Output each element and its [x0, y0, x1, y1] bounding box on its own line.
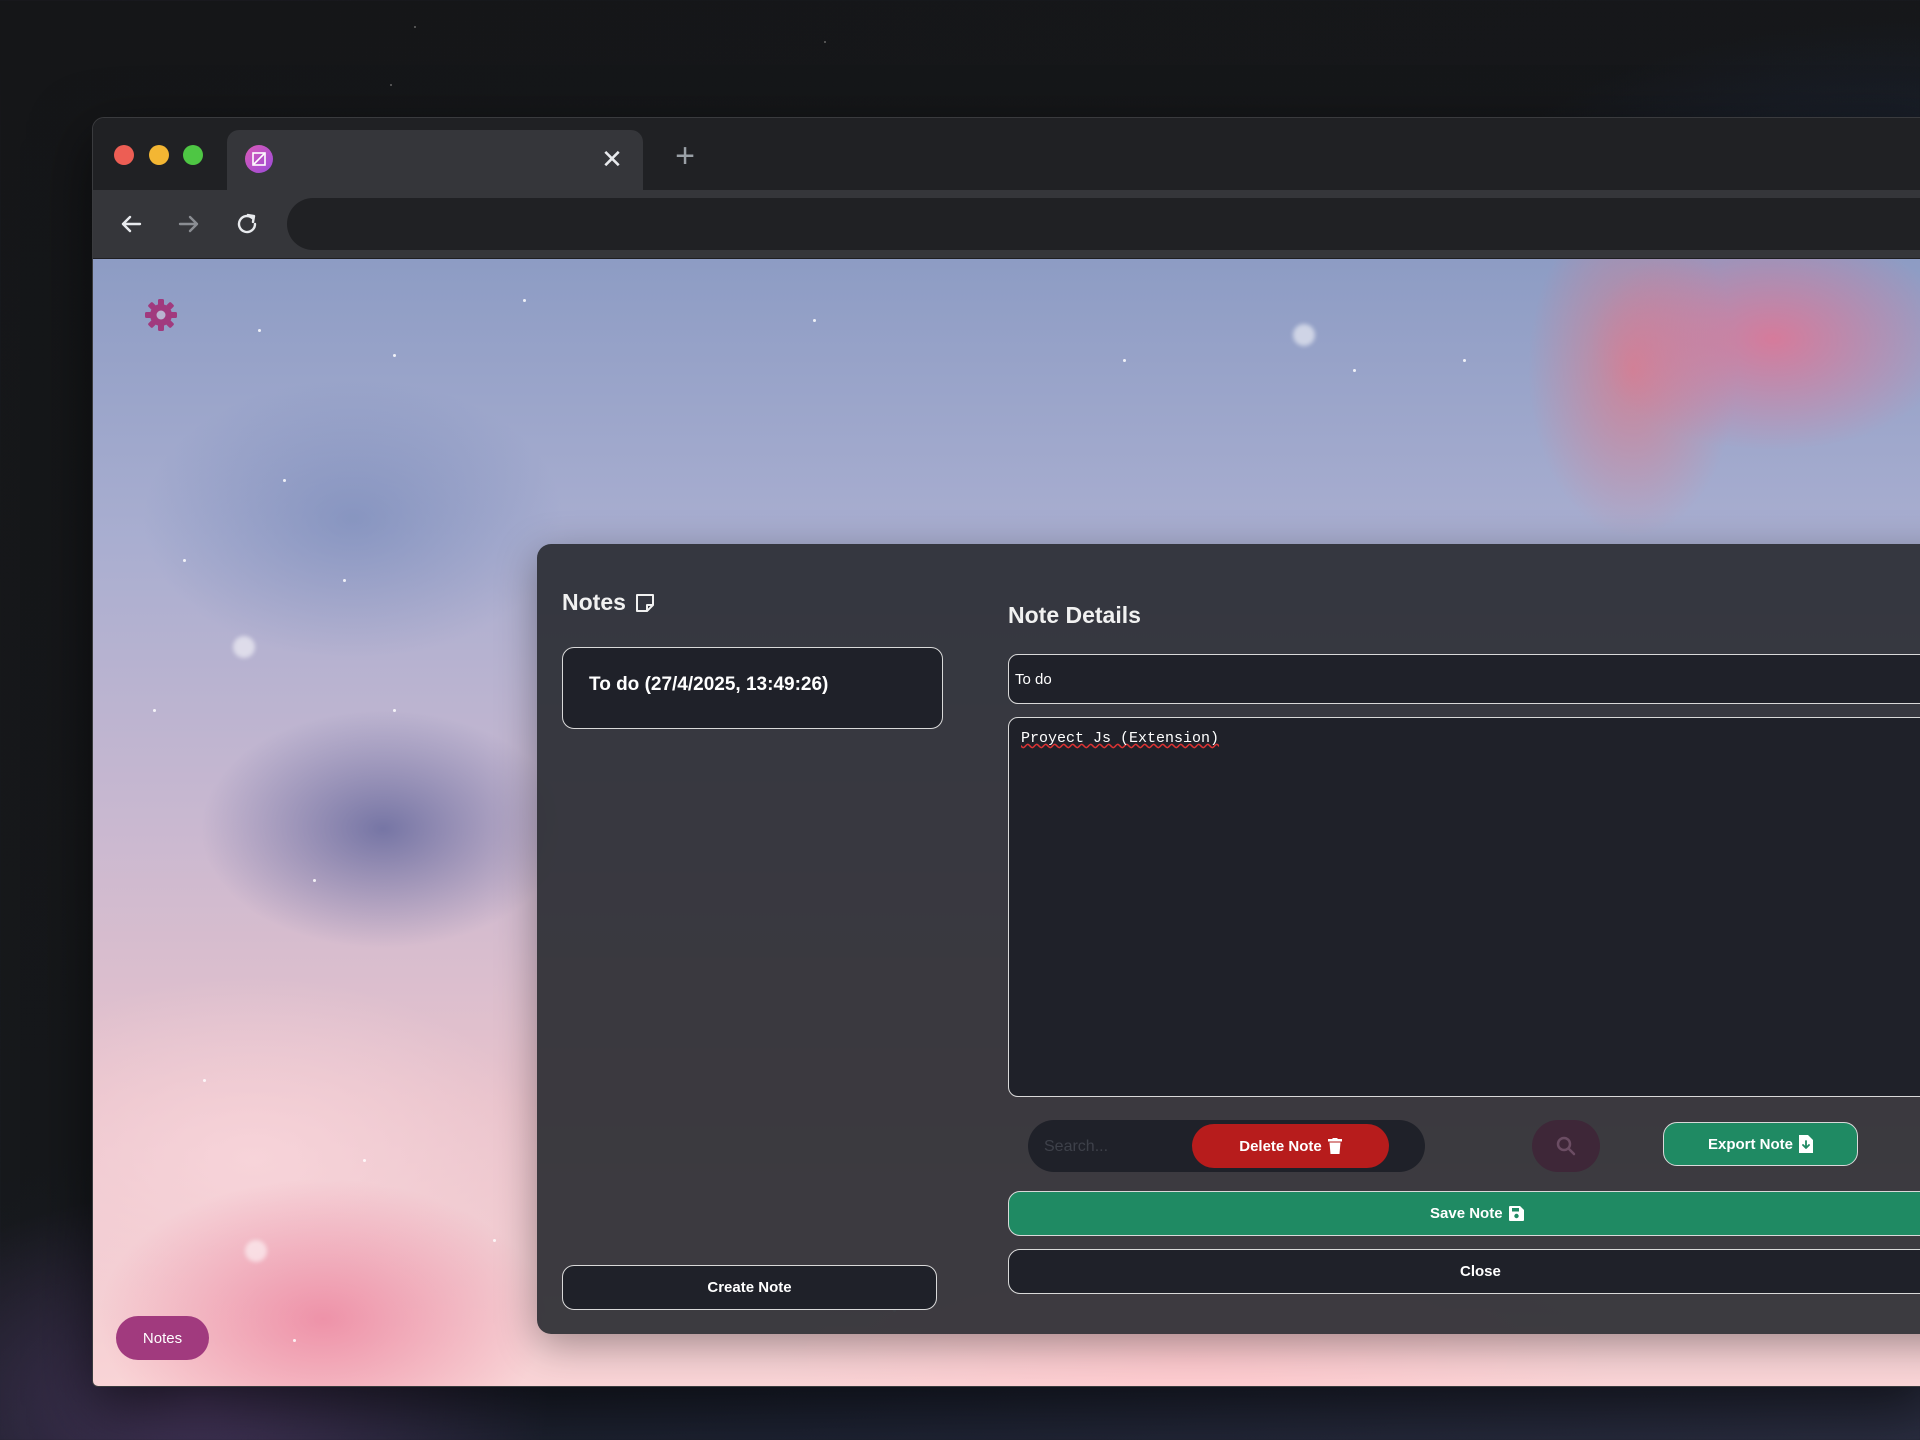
arrow-right-icon — [178, 215, 199, 233]
bokeh-light — [245, 1240, 267, 1262]
note-title-input[interactable] — [1008, 654, 1920, 704]
note-details-heading: Note Details — [1008, 602, 1141, 628]
search-button[interactable] — [1532, 1120, 1600, 1172]
browser-window: ✕ + Notes To do (27/4/2025, 13:49:26) Cr… — [92, 117, 1920, 1387]
browser-titlebar: ✕ + — [93, 118, 1920, 192]
sky-star — [1123, 359, 1126, 362]
sky-star — [203, 1079, 206, 1082]
maximize-window-button[interactable] — [183, 145, 203, 165]
notes-toggle-button[interactable]: Notes — [116, 1316, 209, 1360]
sky-star — [523, 299, 526, 302]
note-list-item[interactable]: To do (27/4/2025, 13:49:26) — [562, 647, 943, 729]
background-star — [824, 41, 826, 43]
sky-star — [258, 329, 261, 332]
note-body-text: Proyect Js (Extension) — [1021, 730, 1220, 747]
browser-tab[interactable]: ✕ — [227, 130, 643, 192]
browser-toolbar — [93, 190, 1920, 259]
sky-star — [393, 354, 396, 357]
page-viewport: Notes To do (27/4/2025, 13:49:26) Create… — [93, 259, 1920, 1386]
export-note-label: Export Note — [1707, 1135, 1793, 1153]
sky-star — [183, 559, 186, 562]
arrow-left-icon — [121, 215, 142, 233]
sky-star — [293, 1339, 296, 1342]
close-button[interactable]: Close — [1008, 1249, 1920, 1294]
sky-star — [153, 709, 156, 712]
notes-heading-label: Notes — [562, 589, 626, 615]
forward-button[interactable] — [169, 204, 209, 244]
sky-star — [393, 709, 396, 712]
sky-star — [283, 479, 286, 482]
search-input[interactable] — [1042, 1132, 1176, 1162]
search-bar: Delete Note — [1028, 1120, 1425, 1172]
note-body-textarea[interactable]: Proyect Js (Extension) — [1008, 717, 1920, 1097]
notes-app-icon — [245, 145, 273, 173]
save-note-button[interactable]: Save Note — [1008, 1191, 1920, 1236]
bokeh-light — [233, 636, 255, 658]
close-window-button[interactable] — [114, 145, 134, 165]
reload-button[interactable] — [227, 204, 267, 244]
minimize-window-button[interactable] — [149, 145, 169, 165]
export-note-button[interactable]: Export Note — [1663, 1122, 1858, 1166]
bokeh-light — [1293, 324, 1315, 346]
create-note-button[interactable]: Create Note — [562, 1265, 937, 1310]
sky-star — [313, 879, 316, 882]
delete-note-label: Delete Note — [1239, 1137, 1322, 1155]
address-bar[interactable] — [287, 198, 1920, 250]
settings-button[interactable] — [143, 297, 179, 333]
background-star — [414, 26, 416, 28]
sky-star — [813, 319, 816, 322]
sky-star — [343, 579, 346, 582]
sky-star — [1353, 369, 1356, 372]
gear-icon — [145, 299, 177, 331]
back-button[interactable] — [111, 204, 151, 244]
note-icon — [635, 593, 654, 612]
floppy-disk-icon — [1508, 1206, 1524, 1221]
magnifier-icon — [1556, 1136, 1576, 1156]
file-download-icon — [1799, 1135, 1813, 1153]
reload-icon — [237, 213, 257, 234]
save-note-label: Save Note — [1430, 1205, 1503, 1222]
sky-star — [493, 1239, 496, 1242]
new-tab-button[interactable]: + — [665, 136, 705, 176]
tab-close-icon[interactable]: ✕ — [595, 142, 629, 176]
sky-star — [1463, 359, 1466, 362]
sky-star — [363, 1159, 366, 1162]
notes-panel: Notes To do (27/4/2025, 13:49:26) Create… — [537, 544, 1920, 1334]
notes-heading: Notes — [562, 589, 656, 616]
delete-note-button[interactable]: Delete Note — [1192, 1124, 1389, 1168]
trash-icon — [1327, 1138, 1342, 1154]
background-star — [390, 84, 392, 86]
